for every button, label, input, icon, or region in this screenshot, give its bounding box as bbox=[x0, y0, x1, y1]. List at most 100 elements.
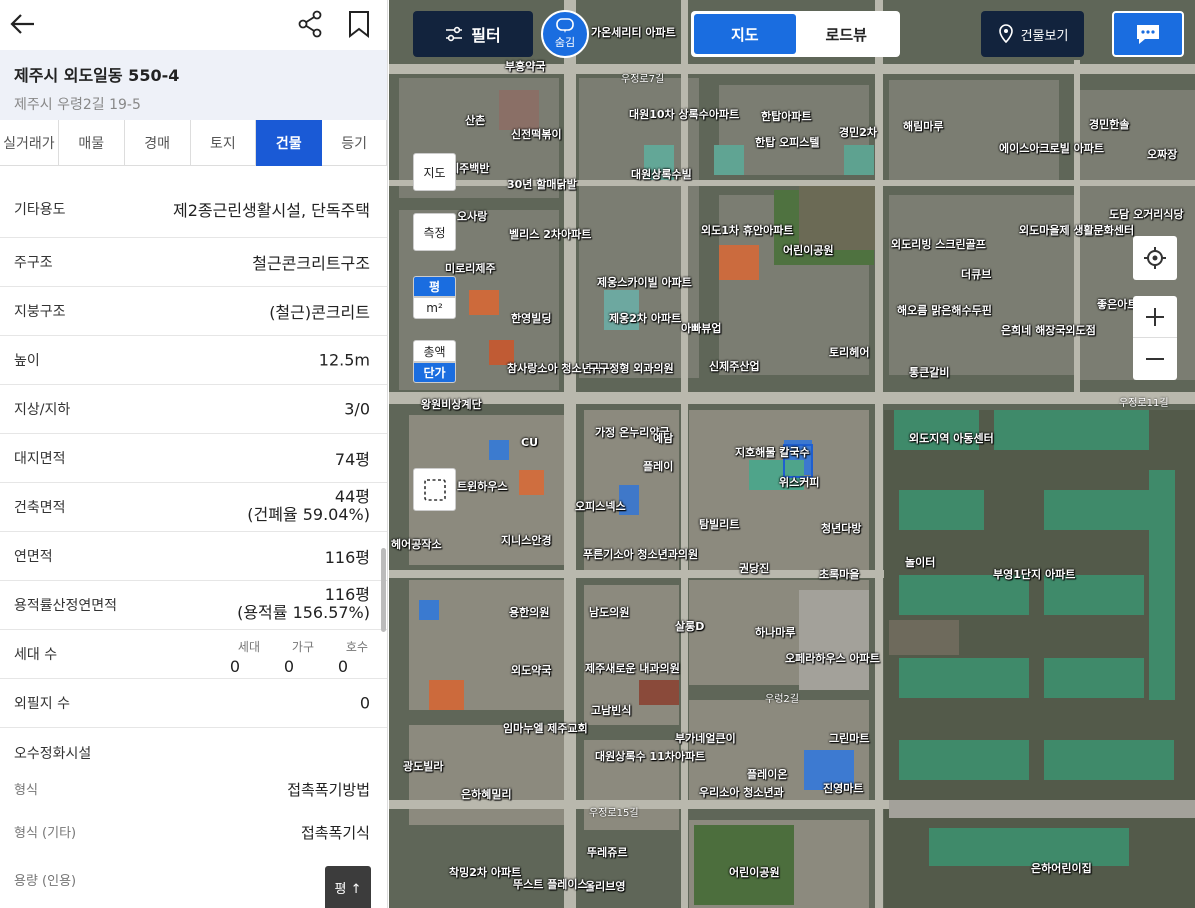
unit-pyeong-toggle[interactable]: 평 bbox=[413, 276, 456, 297]
map-poi-label[interactable]: 진영마트 bbox=[823, 782, 863, 795]
map-poi-label[interactable]: 고남빈식 bbox=[591, 704, 631, 717]
tab-building[interactable]: 건물 bbox=[256, 120, 323, 166]
map-poi-label[interactable]: 한영빌딩 bbox=[511, 312, 551, 325]
map-poi-label[interactable]: 구구정형 외과의원 bbox=[589, 362, 674, 375]
map-poi-label[interactable]: 광도빌라 bbox=[403, 760, 443, 773]
map-poi-label[interactable]: 남도의원 bbox=[589, 606, 629, 619]
map-poi-label[interactable]: 놀이터 bbox=[905, 556, 935, 569]
map-poi-label[interactable]: 한탑 오피스텔 bbox=[755, 136, 820, 149]
tab-transactions[interactable]: 실거래가 bbox=[0, 120, 59, 166]
map-poi-label[interactable]: 제웅2차 아파트 bbox=[609, 312, 681, 325]
map-poi-label[interactable]: 대원상록수빌 bbox=[631, 168, 692, 181]
map-poi-label[interactable]: 초록마을 bbox=[819, 568, 859, 581]
map-poi-label[interactable]: 오짜장 bbox=[1147, 148, 1177, 161]
map-poi-label[interactable]: 더큐브 bbox=[961, 268, 991, 281]
map-poi-label[interactable]: 임마누엘 제주교회 bbox=[503, 722, 588, 735]
map-poi-label[interactable]: 참사랑소아 청소년과 bbox=[507, 362, 602, 375]
map-poi-label[interactable]: 예담 bbox=[653, 432, 673, 445]
map-poi-label[interactable]: 하나마루 bbox=[755, 626, 795, 639]
chat-button[interactable] bbox=[1112, 11, 1184, 57]
map-poi-label[interactable]: CU bbox=[521, 436, 538, 449]
map-poi-label[interactable]: 제웅스카이빌 아파트 bbox=[597, 276, 692, 289]
arrow-left-icon[interactable] bbox=[8, 9, 38, 39]
map-poi-label[interactable]: 어린이공원 bbox=[783, 244, 834, 257]
map-poi-label[interactable]: 헤어공작소 bbox=[391, 538, 442, 551]
map-poi-label[interactable]: 신전떡볶이 bbox=[511, 128, 562, 141]
map-poi-label[interactable]: 부영1단지 아파트 bbox=[993, 568, 1075, 581]
map-poi-label[interactable]: 용한의원 bbox=[509, 606, 549, 619]
map-poi-label[interactable]: 외도지역 아동센터 bbox=[909, 432, 994, 445]
map-poi-label[interactable]: 살롱D bbox=[675, 620, 704, 633]
view-map-tab[interactable]: 지도 bbox=[694, 14, 796, 54]
map-poi-label[interactable]: 제주새로운 내과의원 bbox=[585, 662, 680, 675]
map-poi-label[interactable]: 왕원비상계단 bbox=[421, 398, 482, 411]
unit-toggle-button[interactable]: 평 ↑ bbox=[325, 866, 371, 908]
tab-listings[interactable]: 매물 bbox=[59, 120, 125, 166]
map-poi-label[interactable]: 좋은아트 bbox=[1097, 298, 1137, 311]
map-poi-label[interactable]: 도담 오거리식당 bbox=[1109, 208, 1184, 221]
map-poi-label[interactable]: 벨리스 2차아파트 bbox=[509, 228, 591, 241]
map-poi-label[interactable]: 외도1차 휴안아파트 bbox=[701, 224, 793, 237]
map-poi-label[interactable]: 플레이온 bbox=[747, 768, 787, 781]
map-poi-label[interactable]: 한탑아파트 bbox=[761, 110, 812, 123]
map-poi-label[interactable]: 대원상록수 11차아파트 bbox=[595, 750, 705, 763]
tab-auction[interactable]: 경매 bbox=[125, 120, 191, 166]
map-poi-label[interactable]: 외도마을제 생활문화센터 bbox=[1019, 224, 1134, 237]
map-poi-label[interactable]: 경민2차 bbox=[839, 126, 877, 139]
zoom-out-button[interactable] bbox=[1133, 338, 1177, 380]
map-poi-label[interactable]: 외도리빙 스크린골프 bbox=[891, 238, 986, 251]
share-icon[interactable] bbox=[297, 9, 325, 39]
map-poi-label[interactable]: 권당진 bbox=[739, 562, 769, 575]
map-poi-label[interactable]: 은하어린이집 bbox=[1031, 862, 1092, 875]
map-poi-label[interactable]: 청년다방 bbox=[821, 522, 861, 535]
map-poi-label[interactable]: 위스커피 bbox=[779, 476, 819, 489]
map-poi-label[interactable]: 탐빌리트 bbox=[699, 518, 739, 531]
map-poi-label[interactable]: 착밍2차 아파트 bbox=[449, 866, 521, 879]
locate-me-button[interactable] bbox=[1133, 236, 1177, 280]
building-view-button[interactable]: 건물보기 bbox=[981, 11, 1084, 57]
satellite-map[interactable]: 가온세리티 아파트 우정로7길 부흥약국 산촌 신전떡볶이 대원10차 상록수아… bbox=[389, 0, 1195, 908]
map-poi-label[interactable]: 외도약국 bbox=[511, 664, 551, 677]
map-poi-label[interactable]: 푸른기소아 청소년과의원 bbox=[583, 548, 698, 561]
map-poi-label[interactable]: 부흥약국 bbox=[505, 60, 545, 73]
measure-tool[interactable]: 측정 bbox=[413, 213, 456, 251]
map-poi-label[interactable]: 경민한솔 bbox=[1089, 118, 1129, 131]
map-poi-label[interactable]: 지호해물 칼국수 bbox=[735, 446, 810, 459]
map-poi-label[interactable]: 뚜레쥬르 bbox=[587, 846, 627, 859]
map-poi-label[interactable]: 통큰갈비 bbox=[909, 366, 949, 379]
map-poi-label[interactable]: 30년 할매닭발 bbox=[507, 178, 577, 191]
map-poi-label[interactable]: 뚜스트 플레이스 bbox=[513, 878, 588, 891]
map-poi-label[interactable]: 해오름 맑은해수두핀 bbox=[897, 304, 992, 317]
hide-button[interactable]: 숨김 bbox=[541, 10, 589, 58]
map-poi-label[interactable]: 우리소아 청소년과 bbox=[699, 786, 784, 799]
map-poi-label[interactable]: 해림마루 bbox=[903, 120, 943, 133]
map-poi-label[interactable]: 가온세리티 아파트 bbox=[591, 26, 676, 39]
map-type-tool[interactable]: 지도 bbox=[413, 153, 456, 191]
tab-land[interactable]: 토지 bbox=[191, 120, 257, 166]
price-unit-toggle[interactable]: 단가 bbox=[413, 362, 456, 383]
map-poi-label[interactable]: 미로리제주 bbox=[445, 262, 496, 275]
map-poi-label[interactable]: 어린이공원 bbox=[729, 866, 780, 879]
map-poi-label[interactable]: 오페라하우스 아파트 bbox=[785, 652, 880, 665]
panel-scrollbar[interactable] bbox=[381, 548, 386, 632]
map-poi-label[interactable]: 에이스아크로빌 아파트 bbox=[999, 142, 1104, 155]
bookmark-icon[interactable] bbox=[345, 9, 373, 39]
zoom-in-button[interactable] bbox=[1133, 296, 1177, 338]
map-poi-label[interactable]: 토리헤어 bbox=[829, 346, 869, 359]
map-poi-label[interactable]: 부가네얼큰이 bbox=[675, 732, 736, 745]
map-poi-label[interactable]: 은희네 해장국외도점 bbox=[1001, 324, 1096, 337]
map-poi-label[interactable]: 플레이 bbox=[643, 460, 673, 473]
tab-registry[interactable]: 등기 bbox=[322, 120, 387, 166]
map-poi-label[interactable]: 신제주산업 bbox=[709, 360, 760, 373]
unit-m2-toggle[interactable]: m² bbox=[413, 297, 456, 319]
map-poi-label[interactable]: 아빠뷰업 bbox=[681, 322, 721, 335]
map-poi-label[interactable]: 산촌 bbox=[465, 114, 485, 127]
map-poi-label[interactable]: 오피스넥스 bbox=[575, 500, 626, 513]
map-poi-label[interactable]: 대원10차 상록수아파트 bbox=[629, 108, 739, 121]
map-poi-label[interactable]: 오사랑 bbox=[457, 210, 487, 223]
price-total-toggle[interactable]: 총액 bbox=[413, 340, 456, 362]
area-select-tool[interactable] bbox=[413, 468, 456, 511]
map-poi-label[interactable]: 은하혜밀리 bbox=[461, 788, 512, 801]
map-poi-label[interactable]: 트윈하우스 bbox=[457, 480, 508, 493]
map-poi-label[interactable]: 올리브영 bbox=[585, 880, 625, 893]
